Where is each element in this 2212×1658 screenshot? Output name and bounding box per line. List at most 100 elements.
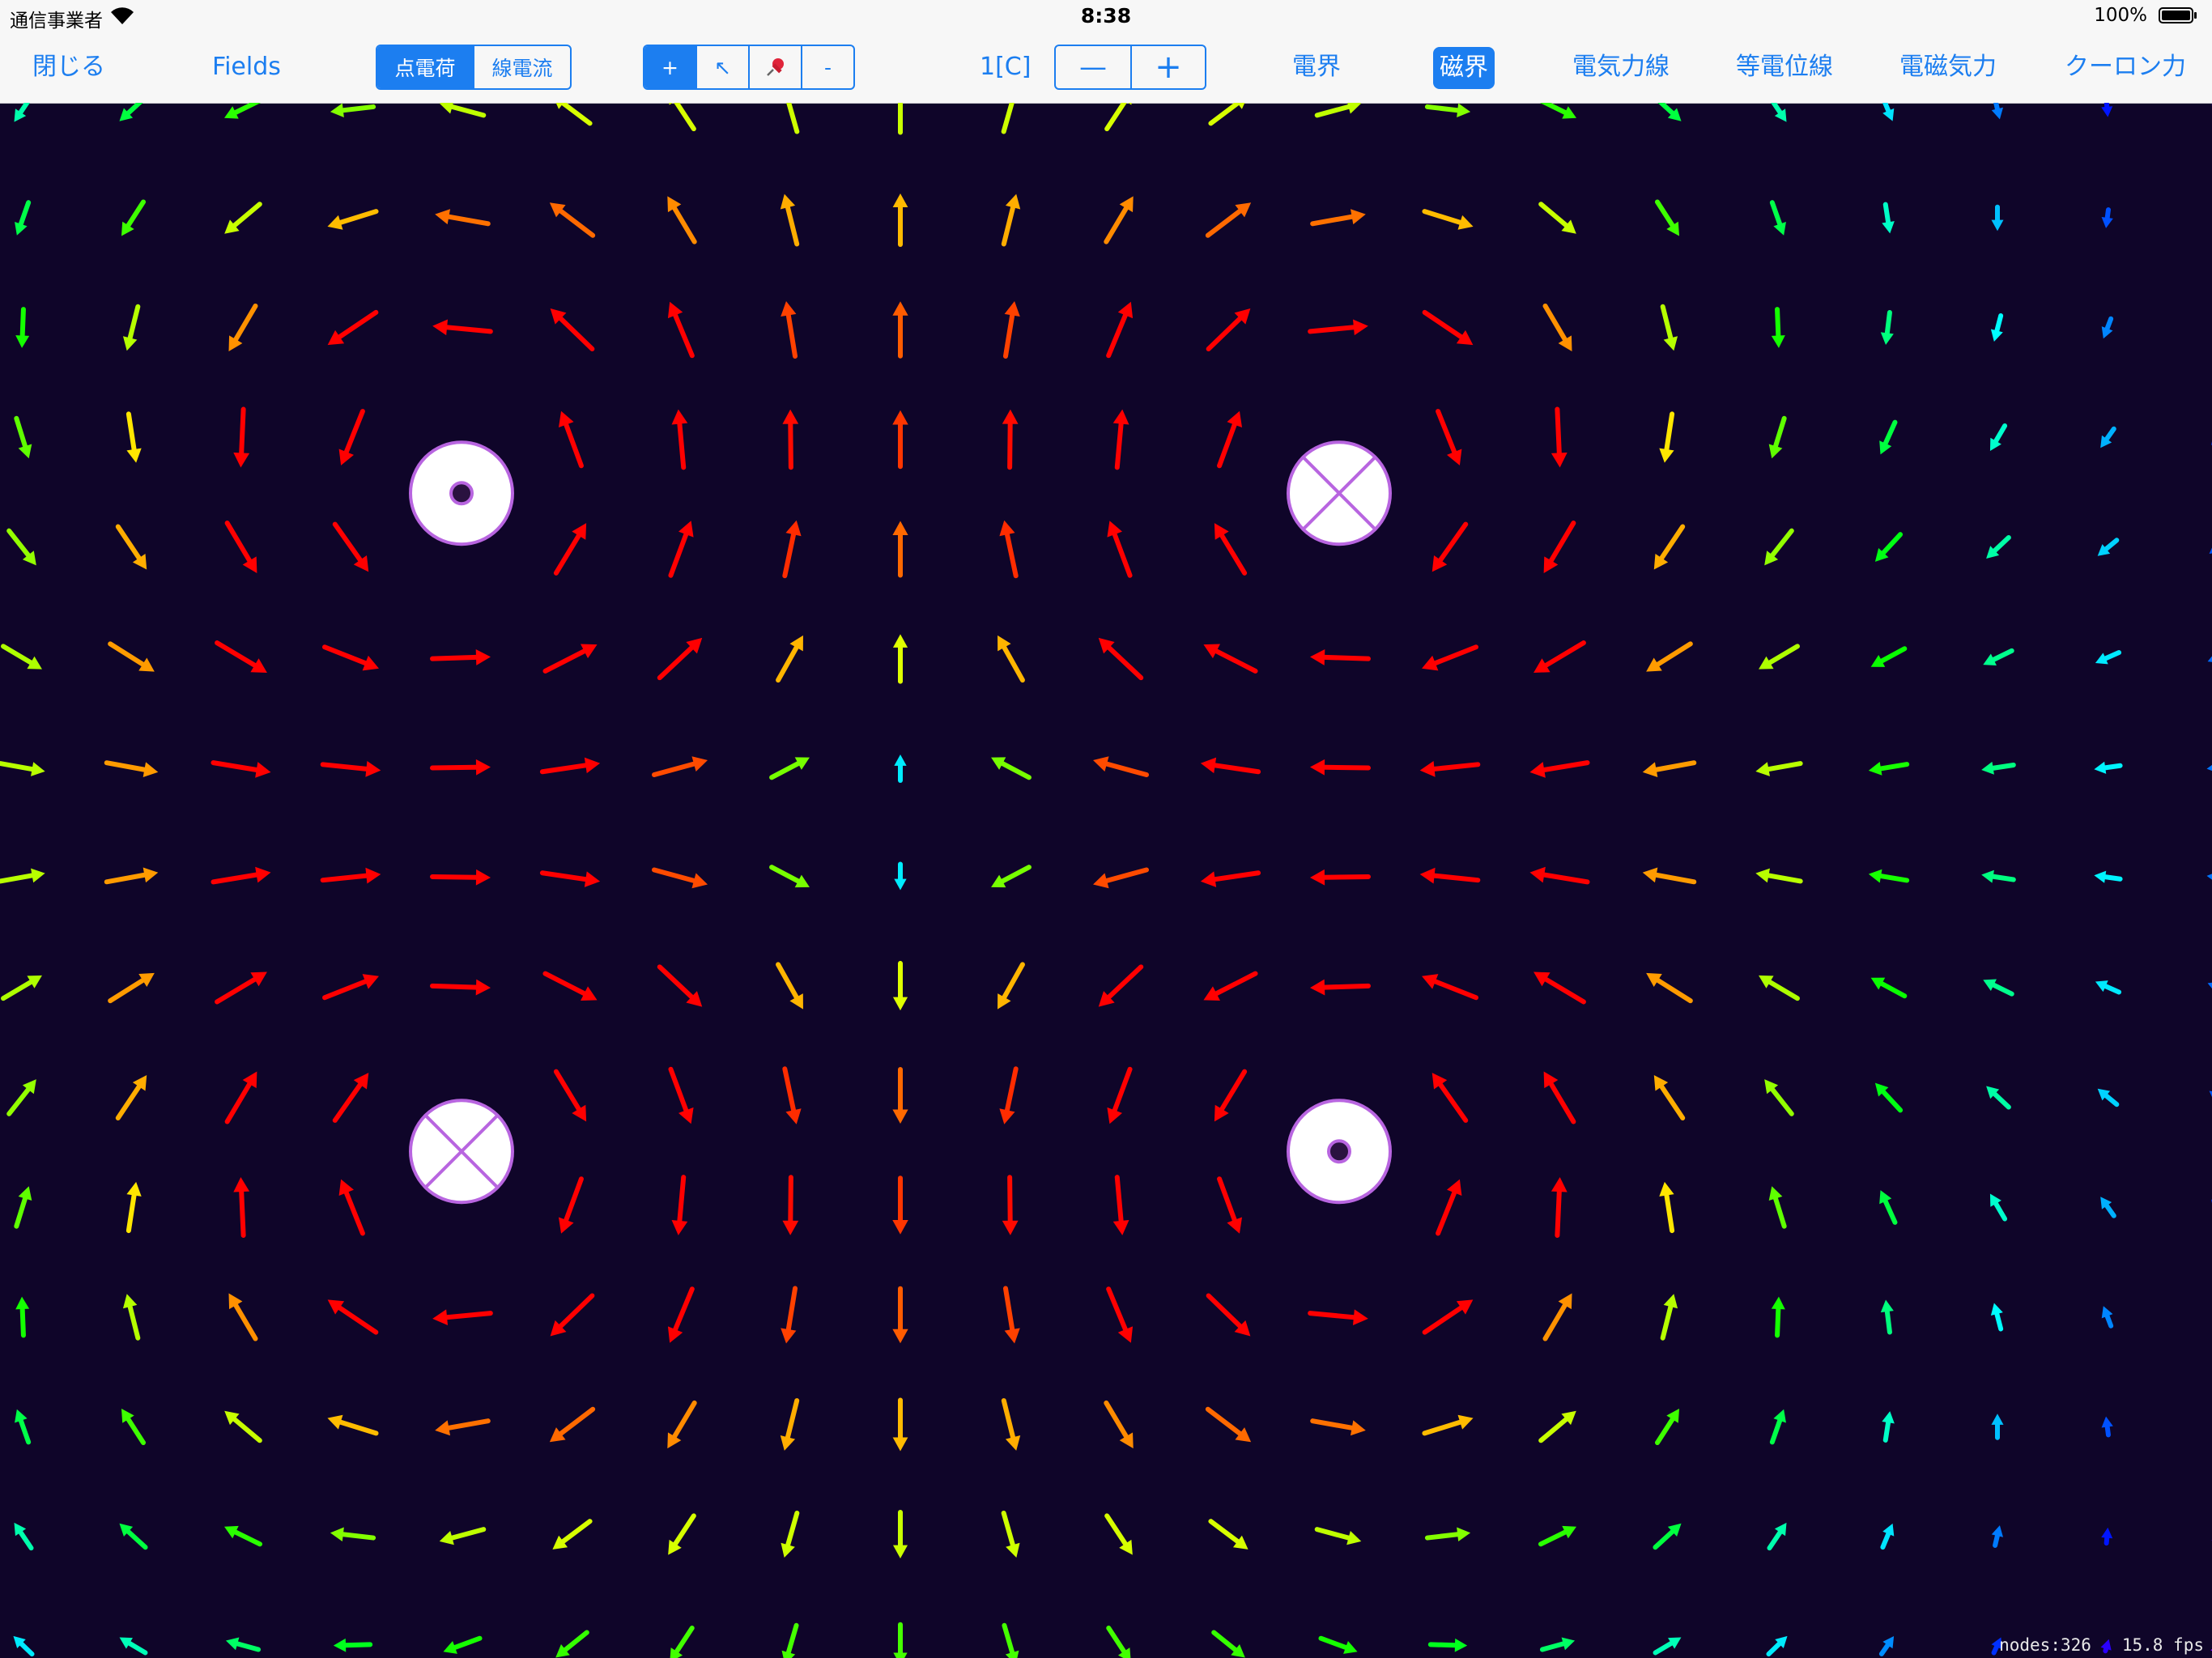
field-arrow [892, 193, 908, 248]
field-arrow [776, 635, 803, 683]
field-arrow [1200, 757, 1261, 775]
clock: 8:38 [1080, 4, 1132, 28]
field-arrow [780, 193, 800, 247]
close-button[interactable]: 閉じる [32, 31, 105, 103]
field-arrow [1983, 979, 2014, 997]
segment-point-charge[interactable]: 点電荷 [377, 46, 473, 88]
field-arrow [1981, 761, 2016, 775]
field-arrow [1529, 866, 1590, 885]
field-arrow [121, 199, 147, 236]
field-arrow [1981, 869, 2016, 883]
field-arrow [1206, 1293, 1251, 1337]
field-arrow [549, 1406, 596, 1443]
field-arrow [1991, 204, 2004, 232]
field-arrow [1759, 975, 1800, 1001]
field-arrow [1882, 1411, 1895, 1443]
field-arrow [781, 1622, 799, 1658]
field-arrow [782, 409, 799, 470]
field-arrow [539, 870, 601, 887]
field-arrow [119, 1523, 148, 1550]
field-arrow [1874, 532, 1904, 562]
field-arrow [435, 209, 491, 227]
field-arrow [1112, 409, 1129, 470]
increment-button[interactable]: + [1129, 46, 1205, 88]
equipotential-button[interactable]: 等電位線 [1736, 31, 1833, 103]
field-arrow [1771, 1296, 1785, 1338]
field-arrow [781, 1510, 800, 1558]
field-arrow [1104, 1400, 1134, 1449]
select-tool-button[interactable]: ↖ [696, 46, 748, 88]
field-arrow [1208, 1519, 1249, 1550]
current-in-icon[interactable] [1287, 440, 1392, 546]
field-arrow [1308, 319, 1368, 336]
field-arrow [439, 1527, 487, 1545]
pin-tool-button[interactable] [748, 46, 801, 88]
fields-button[interactable]: Fields [212, 31, 281, 103]
current-out-icon[interactable] [409, 440, 514, 546]
field-arrow [1424, 103, 1471, 117]
field-arrow [2101, 1306, 2114, 1329]
field-arrow [215, 640, 267, 673]
field-arrow [122, 1294, 141, 1341]
field-arrow [2097, 1088, 2120, 1107]
field-arrow [2207, 656, 2212, 662]
field-arrow [786, 103, 800, 134]
field-arrow [215, 971, 267, 1005]
field-arrow [555, 103, 593, 126]
field-arrow [892, 634, 908, 684]
field-arrow [1538, 202, 1576, 234]
magnetic-field-button[interactable]: 磁界 [1433, 47, 1495, 89]
field-arrow [1542, 1293, 1572, 1341]
decrement-button[interactable]: — [1056, 46, 1130, 88]
field-arrow [652, 756, 708, 778]
field-arrow [549, 202, 596, 238]
field-arrow [539, 757, 601, 775]
field-arrow [1308, 1309, 1368, 1326]
field-arrow [999, 1066, 1019, 1124]
current-out-icon[interactable] [1287, 1099, 1392, 1205]
field-arrow [2209, 1090, 2212, 1097]
field-arrow [1768, 415, 1787, 459]
field-arrow [782, 1066, 802, 1124]
field-lines-button[interactable]: 電気力線 [1572, 31, 1670, 103]
field-arrow [1657, 103, 1682, 121]
current-in-icon[interactable] [409, 1099, 514, 1205]
field-arrow [1314, 1527, 1362, 1545]
field-arrow [125, 411, 142, 463]
field-arrow [668, 1513, 696, 1555]
field-arrow [1214, 1069, 1248, 1122]
field-arrow [1879, 419, 1898, 455]
field-arrow [892, 521, 908, 578]
battery-icon [2159, 7, 2197, 23]
field-arrow [122, 304, 141, 351]
toolbar: 閉じる Fields 点電荷 線電流 + ↖ - 1[C] — + 電界 磁界 … [0, 31, 2212, 104]
field-arrow [1870, 977, 1908, 999]
field-arrow [1422, 1299, 1474, 1335]
electric-field-button[interactable]: 電界 [1292, 31, 1341, 103]
remove-tool-button[interactable]: - [801, 46, 853, 88]
field-arrow [1868, 869, 1910, 883]
field-arrow [553, 1069, 587, 1122]
battery-percent: 100% [2094, 5, 2147, 26]
field-arrow [322, 974, 379, 1001]
pin-icon [766, 58, 784, 76]
field-arrow [1529, 760, 1590, 778]
segment-line-current[interactable]: 線電流 [473, 46, 570, 88]
field-arrow [1989, 1193, 2008, 1222]
field-arrow [327, 309, 379, 346]
field-arrow [211, 866, 271, 885]
field-arrow [233, 406, 250, 468]
field-arrow [224, 521, 257, 573]
coulomb-force-button[interactable]: クーロン力 [2065, 31, 2186, 103]
field-arrow [211, 760, 271, 778]
field-canvas[interactable] [0, 103, 2212, 1658]
add-tool-button[interactable]: + [644, 46, 696, 88]
field-arrow [1422, 1414, 1474, 1436]
field-arrow [1768, 1186, 1787, 1229]
field-arrow [1431, 1073, 1469, 1123]
field-arrow [1002, 1286, 1020, 1344]
field-arrow [894, 861, 907, 891]
field-arrow [1001, 103, 1015, 134]
em-force-button[interactable]: 電磁気力 [1899, 31, 1997, 103]
field-arrow [1538, 1525, 1576, 1547]
